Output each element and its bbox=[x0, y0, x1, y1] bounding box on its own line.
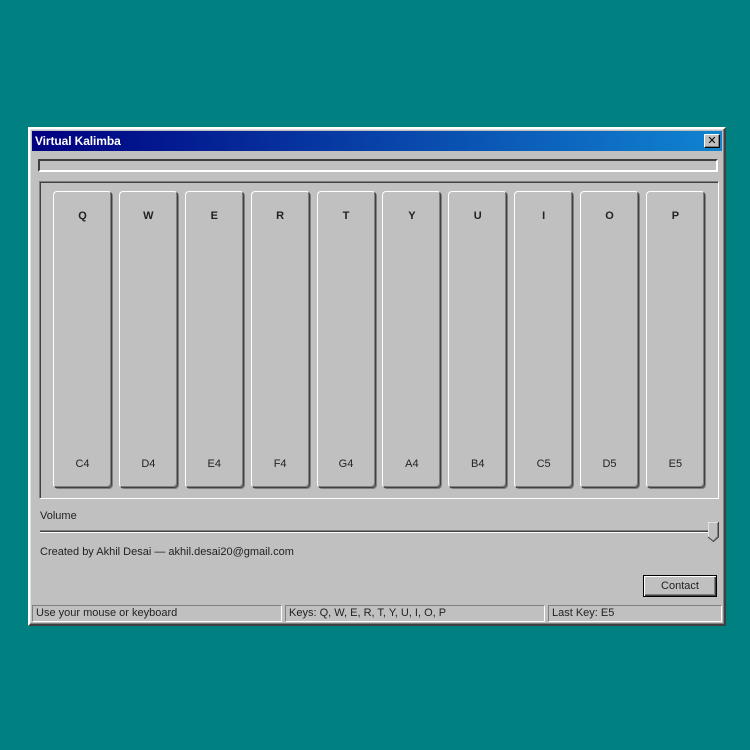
key-letter: Y bbox=[408, 210, 416, 222]
kalimba-key-e4[interactable]: E E4 bbox=[184, 191, 244, 488]
kalimba-key-e5[interactable]: P E5 bbox=[645, 191, 705, 488]
status-hint: Use your mouse or keyboard bbox=[32, 605, 282, 622]
volume-slider-track[interactable] bbox=[40, 530, 716, 533]
window-title: Virtual Kalimba bbox=[35, 134, 121, 148]
key-note: E5 bbox=[668, 458, 683, 470]
kalimba-key-f4[interactable]: R F4 bbox=[250, 191, 310, 488]
status-bar: Use your mouse or keyboard Keys: Q, W, E… bbox=[32, 605, 722, 622]
key-letter: U bbox=[473, 210, 482, 222]
progress-bar bbox=[38, 159, 718, 172]
kalimba-window: Virtual Kalimba ✕ Q C4 W D4 E E4 R F4 T … bbox=[28, 127, 726, 626]
key-note: D4 bbox=[141, 458, 156, 470]
kalimba-key-c4[interactable]: Q C4 bbox=[53, 191, 112, 488]
kalimba-keys-panel: Q C4 W D4 E E4 R F4 T G4 Y A4 U B4 I C5 bbox=[39, 181, 719, 499]
status-last-key: Last Key: E5 bbox=[548, 605, 722, 622]
key-note: G4 bbox=[338, 458, 354, 470]
key-letter: R bbox=[276, 210, 285, 222]
volume-slider-thumb[interactable] bbox=[708, 522, 719, 542]
key-note: C4 bbox=[75, 458, 90, 470]
kalimba-key-a4[interactable]: Y A4 bbox=[382, 191, 442, 488]
key-letter: T bbox=[342, 210, 350, 222]
kalimba-key-c5[interactable]: I C5 bbox=[514, 191, 574, 488]
key-letter: W bbox=[143, 210, 154, 222]
key-letter: Q bbox=[78, 210, 87, 222]
kalimba-key-b4[interactable]: U B4 bbox=[448, 191, 508, 488]
title-bar[interactable]: Virtual Kalimba ✕ bbox=[32, 131, 722, 151]
key-note: B4 bbox=[471, 458, 485, 470]
close-icon: ✕ bbox=[707, 134, 717, 147]
key-note: E4 bbox=[207, 458, 221, 470]
close-button[interactable]: ✕ bbox=[704, 134, 720, 148]
kalimba-key-d4[interactable]: W D4 bbox=[118, 191, 178, 488]
status-keys: Keys: Q, W, E, R, T, Y, U, I, O, P bbox=[285, 605, 545, 622]
kalimba-key-g4[interactable]: T G4 bbox=[316, 191, 376, 488]
key-note: A4 bbox=[405, 458, 419, 470]
key-letter: I bbox=[542, 210, 546, 222]
key-note: D5 bbox=[602, 458, 617, 470]
contact-button[interactable]: Contact bbox=[643, 575, 717, 597]
credits-text: Created by Akhil Desai — akhil.desai20@g… bbox=[40, 546, 294, 558]
key-letter: E bbox=[210, 210, 218, 222]
volume-label: Volume bbox=[40, 510, 77, 522]
key-letter: O bbox=[605, 210, 614, 222]
kalimba-key-d5[interactable]: O D5 bbox=[580, 191, 639, 488]
key-note: C5 bbox=[536, 458, 551, 470]
key-note: F4 bbox=[273, 458, 287, 470]
key-letter: P bbox=[671, 210, 680, 222]
